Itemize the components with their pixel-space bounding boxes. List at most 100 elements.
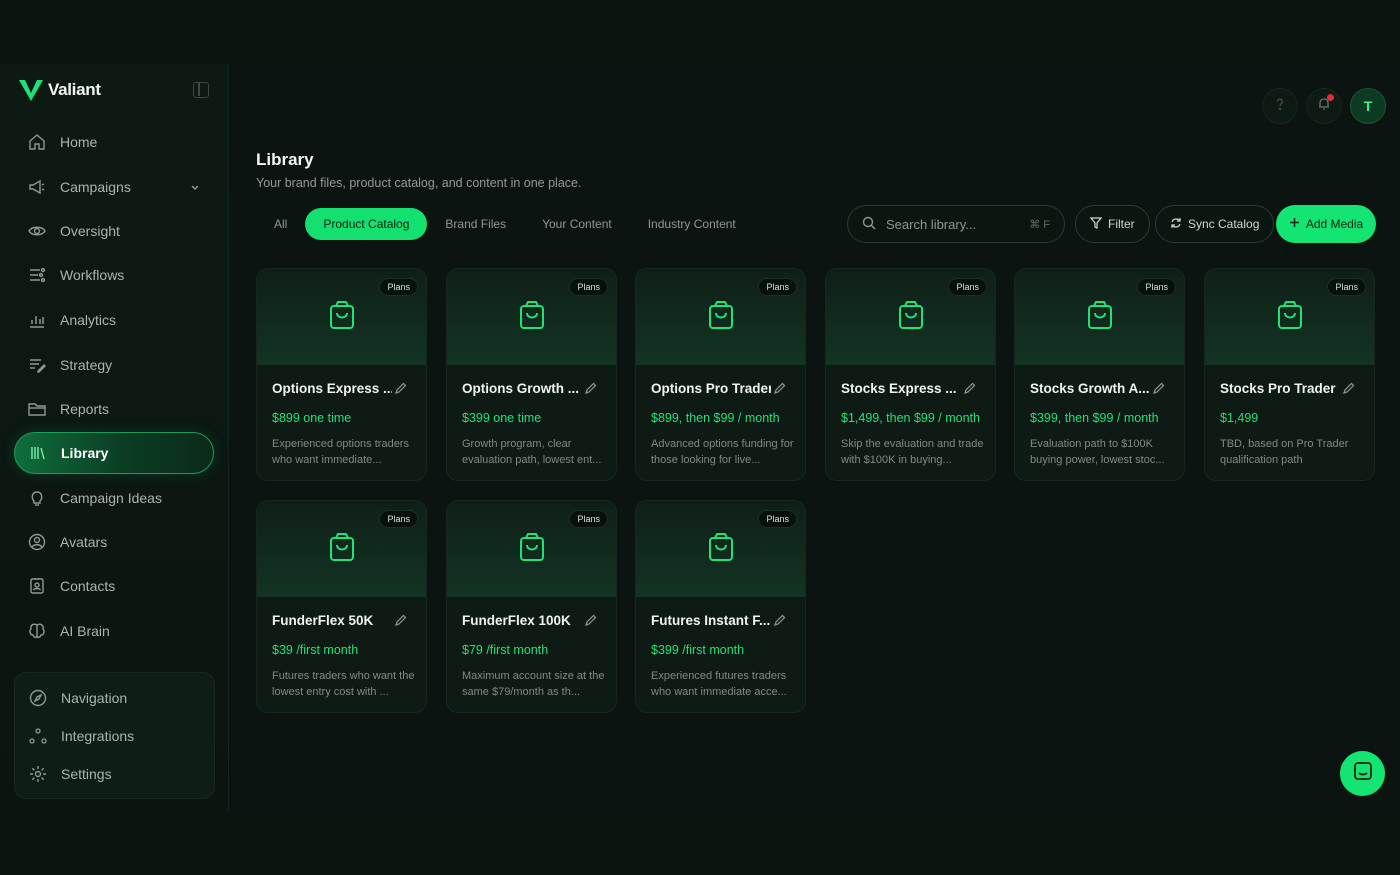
- pencil-icon[interactable]: [1342, 382, 1355, 400]
- sidebar-item-strategy[interactable]: Strategy: [14, 344, 214, 386]
- workflow-icon: [28, 266, 46, 284]
- chevron-down-icon[interactable]: [190, 180, 200, 196]
- product-price: $1,499, then $99 / month: [841, 411, 980, 425]
- help-button[interactable]: [1262, 88, 1298, 124]
- sidebar-item-reports[interactable]: Reports: [14, 388, 214, 430]
- category-badge: Plans: [758, 510, 797, 528]
- product-card[interactable]: Plans Futures Instant F... $399 /first m…: [635, 500, 806, 713]
- sidebar-item-library[interactable]: Library: [14, 432, 214, 474]
- product-card[interactable]: Plans Stocks Growth A... $399, then $99 …: [1014, 268, 1185, 481]
- product-name: Stocks Pro Trader: [1220, 381, 1336, 396]
- product-card[interactable]: Plans FunderFlex 100K $79 /first month M…: [446, 500, 617, 713]
- product-card[interactable]: Plans Options Express ... $899 one time …: [256, 268, 427, 481]
- pencil-icon[interactable]: [394, 382, 407, 400]
- sidebar-item-oversight[interactable]: Oversight: [14, 210, 214, 252]
- sidebar-item-integrations[interactable]: Integrations: [15, 715, 215, 757]
- product-description: Maximum account size at the same $79/mon…: [462, 670, 605, 698]
- product-card[interactable]: Plans FunderFlex 50K $39 /first month Fu…: [256, 500, 427, 713]
- card-thumbnail: Plans: [1205, 269, 1374, 365]
- compass-icon: [29, 689, 47, 707]
- product-name: FunderFlex 50K: [272, 613, 374, 628]
- product-name: Options Growth ...: [462, 381, 579, 396]
- sidebar-item-analytics[interactable]: Analytics: [14, 299, 214, 341]
- shopping-bag-icon: [1087, 300, 1113, 335]
- notifications-button[interactable]: [1306, 88, 1342, 124]
- product-price: $399 /first month: [651, 643, 745, 657]
- sidebar-item-campaign-ideas[interactable]: Campaign Ideas: [14, 477, 214, 519]
- category-badge: Plans: [1327, 278, 1366, 296]
- search-shortcut: ⌘ F: [1029, 218, 1050, 231]
- filter-button[interactable]: Filter: [1075, 205, 1150, 243]
- tab-your-content[interactable]: Your Content: [524, 208, 630, 240]
- pencil-icon[interactable]: [584, 614, 597, 632]
- sidebar-item-label: Settings: [61, 766, 112, 782]
- sidebar-item-avatars[interactable]: Avatars: [14, 521, 214, 563]
- sidebar: Valiant Home Campaigns Oversight Workflo…: [0, 64, 229, 811]
- product-card[interactable]: Plans Stocks Pro Trader $1,499 TBD, base…: [1204, 268, 1375, 481]
- brand-logo[interactable]: Valiant: [18, 78, 101, 102]
- pencil-icon[interactable]: [773, 382, 786, 400]
- sidebar-item-label: Reports: [60, 401, 110, 417]
- pencil-icon[interactable]: [394, 614, 407, 632]
- product-name: Options Pro Trader: [651, 381, 771, 396]
- pencil-icon[interactable]: [584, 382, 597, 400]
- product-price: $79 /first month: [462, 643, 549, 657]
- valiant-logo-icon: [19, 80, 43, 101]
- pencil-icon[interactable]: [963, 382, 976, 400]
- sidebar-item-contacts[interactable]: Contacts: [14, 565, 214, 607]
- product-card[interactable]: Plans Options Pro Trader $899, then $99 …: [635, 268, 806, 481]
- sidebar-item-label: Library: [61, 445, 109, 461]
- sync-catalog-button[interactable]: Sync Catalog: [1155, 205, 1275, 243]
- tab-all[interactable]: All: [260, 208, 305, 240]
- card-thumbnail: Plans: [447, 269, 616, 365]
- product-description: Evaluation path to $100K buying power, l…: [1030, 438, 1165, 466]
- eye-icon: [28, 222, 46, 240]
- card-thumbnail: Plans: [636, 501, 805, 597]
- megaphone-icon: [28, 178, 46, 196]
- sidebar-item-settings[interactable]: Settings: [15, 753, 215, 795]
- sidebar-bottom-section: Navigation Integrations Settings: [14, 672, 215, 799]
- product-description: TBD, based on Pro Trader qualification p…: [1220, 438, 1349, 466]
- page-subtitle: Your brand files, product catalog, and c…: [256, 176, 582, 190]
- user-avatar[interactable]: T: [1350, 88, 1386, 124]
- main-content: T Library Your brand files, product cata…: [230, 64, 1400, 811]
- filter-icon: [1089, 216, 1103, 232]
- card-thumbnail: Plans: [1015, 269, 1184, 365]
- bar-chart-icon: [28, 311, 46, 329]
- shopping-bag-icon: [708, 300, 734, 335]
- product-description: Skip the evaluation and trade with $100K…: [841, 438, 984, 466]
- product-name: Stocks Growth A...: [1030, 381, 1150, 396]
- sidebar-item-ai-brain[interactable]: AI Brain: [14, 610, 214, 652]
- shopping-bag-icon: [329, 300, 355, 335]
- sidebar-collapse-icon[interactable]: [193, 82, 209, 98]
- product-description: Experienced futures traders who want imm…: [651, 670, 787, 698]
- shopping-bag-icon: [519, 300, 545, 335]
- product-price: $1,499: [1220, 411, 1259, 425]
- sidebar-item-home[interactable]: Home: [14, 121, 214, 163]
- sidebar-item-navigation[interactable]: Navigation: [15, 677, 215, 719]
- pencil-icon[interactable]: [1152, 382, 1165, 400]
- category-badge: Plans: [569, 278, 608, 296]
- brain-icon: [28, 622, 46, 640]
- product-card[interactable]: Plans Stocks Express ... $1,499, then $9…: [825, 268, 996, 481]
- brand-name: Valiant: [48, 80, 101, 99]
- notification-dot: [1327, 94, 1334, 101]
- search-icon: [862, 216, 876, 233]
- sidebar-item-label: Strategy: [60, 357, 113, 373]
- pencil-icon[interactable]: [773, 614, 786, 632]
- user-circle-icon: [28, 533, 46, 551]
- shopping-bag-icon: [329, 532, 355, 567]
- chat-support-button[interactable]: [1340, 751, 1385, 796]
- add-media-button[interactable]: Add Media: [1276, 205, 1376, 243]
- tab-brand-files[interactable]: Brand Files: [427, 208, 524, 240]
- category-badge: Plans: [569, 510, 608, 528]
- library-icon: [29, 444, 47, 462]
- product-name: Options Express ...: [272, 381, 392, 396]
- tab-product-catalog[interactable]: Product Catalog: [305, 208, 428, 240]
- sidebar-item-workflows[interactable]: Workflows: [14, 254, 214, 296]
- integrations-icon: [29, 727, 47, 745]
- search-input[interactable]: Search library... ⌘ F: [847, 205, 1065, 243]
- product-card[interactable]: Plans Options Growth ... $399 one time G…: [446, 268, 617, 481]
- tab-industry-content[interactable]: Industry Content: [630, 208, 754, 240]
- sidebar-item-campaigns[interactable]: Campaigns: [14, 166, 214, 208]
